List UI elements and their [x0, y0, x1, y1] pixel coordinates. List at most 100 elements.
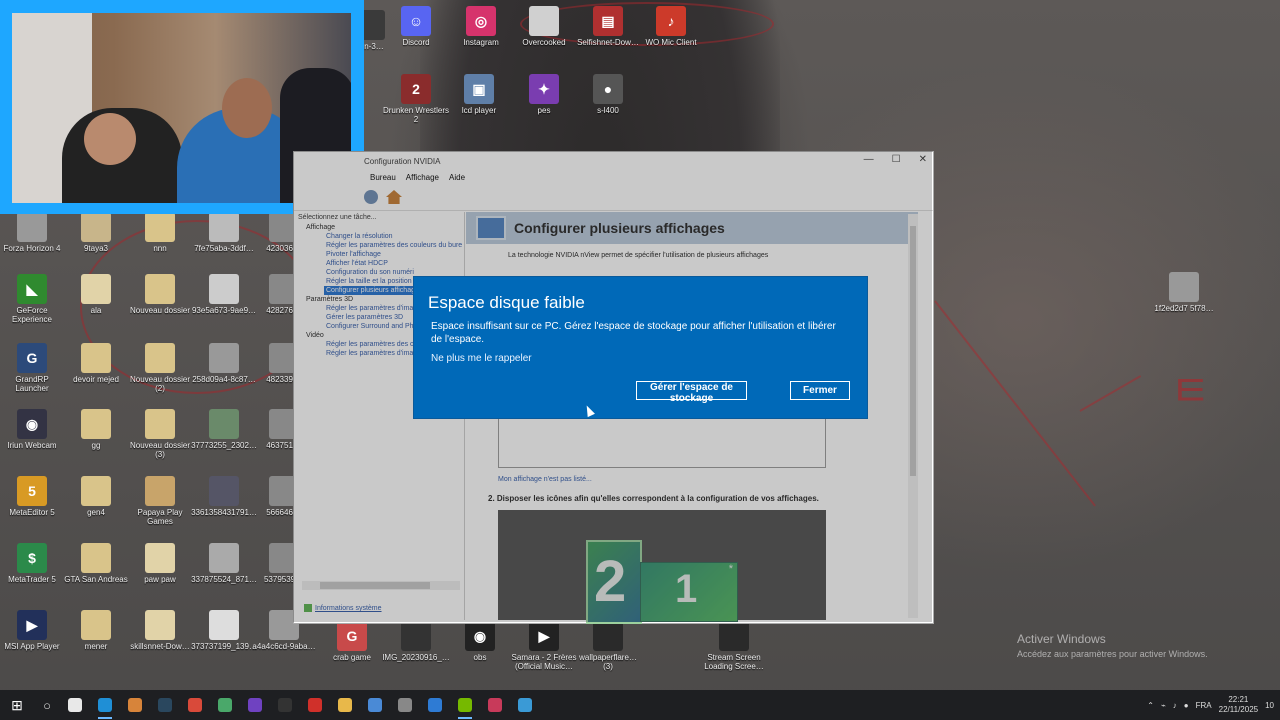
desktop-icon[interactable]: 337875524_871… [190, 543, 258, 584]
notification-count[interactable]: 10 [1265, 701, 1274, 710]
start-button[interactable]: ⊞ [0, 690, 34, 720]
taskbar-app-file-explorer[interactable] [60, 690, 90, 720]
desktop-icon[interactable]: gg [62, 409, 130, 450]
taskbar-app-paint[interactable] [420, 690, 450, 720]
desktop-app-icon [145, 543, 175, 573]
taskbar-app-epic[interactable] [270, 690, 300, 720]
desktop-icon[interactable]: nnn [126, 212, 194, 253]
close-dialog-button[interactable]: Fermer [790, 381, 850, 400]
desktop-app-icon: ♪ [656, 6, 686, 36]
desktop-icon[interactable]: ▤ Selfishnet-Dow… [574, 6, 642, 47]
desktop-icon-label: gen4 [87, 508, 105, 517]
desktop-app-icon [209, 409, 239, 439]
desktop-icon-label: a4a4c6cd-9aba… [252, 642, 316, 651]
taskbar-app-store[interactable] [210, 690, 240, 720]
desktop-icon[interactable]: 373737199_139… [190, 610, 258, 651]
desktop-icon-label: GeForce Experience [11, 306, 53, 324]
desktop-icon[interactable]: 37773255_2302… [190, 409, 258, 450]
desktop-icon[interactable]: mener [62, 610, 130, 651]
mic-icon[interactable]: ● [1184, 701, 1189, 710]
desktop-icon[interactable]: paw paw [126, 543, 194, 584]
system-tray: ⌃ ⌁ ♪ ● FRA 22:21 22/11/2025 10 [1147, 690, 1280, 720]
taskbar-app-app-red[interactable] [480, 690, 510, 720]
desktop-icon[interactable]: ▶ MSI App Player [0, 610, 66, 651]
edge-icon [98, 698, 112, 712]
desktop-icon[interactable]: 5 MetaEditor 5 [0, 476, 66, 517]
desktop-icon[interactable]: ◉ obs [446, 621, 514, 662]
desktop-app-icon: G [337, 621, 367, 651]
desktop-icon[interactable]: ◉ Iriun Webcam [0, 409, 66, 450]
desktop-icon[interactable]: 3361358431791… [190, 476, 258, 517]
taskbar-app-chrome[interactable] [180, 690, 210, 720]
taskbar-app-opera[interactable] [300, 690, 330, 720]
taskbar-app-settings[interactable] [390, 690, 420, 720]
taskbar-app-edge[interactable] [90, 690, 120, 720]
taskbar-app-app-a[interactable] [120, 690, 150, 720]
clock[interactable]: 22:21 22/11/2025 [1219, 695, 1258, 715]
search-button[interactable]: ○ [34, 698, 60, 713]
desktop-app-icon: ▤ [593, 6, 623, 36]
app-a-icon [128, 698, 142, 712]
desktop-icon[interactable]: 2 Drunken Wrestlers 2 [382, 74, 450, 124]
dont-remind-link[interactable]: Ne plus me le rappeler [431, 353, 532, 364]
desktop-icon[interactable]: Forza Horizon 4 [0, 212, 66, 253]
desktop-icon[interactable]: ◎ Instagram [447, 6, 515, 47]
volume-icon[interactable]: ♪ [1173, 701, 1177, 710]
taskbar-app-folder[interactable] [330, 690, 360, 720]
desktop-icon-label: devoir mejed [73, 375, 119, 384]
desktop-icon[interactable]: Nouveau dossier (2) [126, 343, 194, 393]
desktop-app-icon: ◣ [17, 274, 47, 304]
desktop-icon[interactable]: devoir mejed [62, 343, 130, 384]
desktop-icon[interactable]: ▶ Samara - 2 Frères (Official Music… [510, 621, 578, 671]
desktop-icon-label: MSI App Player [4, 642, 60, 651]
desktop-icon-label: MetaEditor 5 [9, 508, 55, 517]
desktop-icon[interactable]: 9taya3 [62, 212, 130, 253]
desktop-icon-label: Forza Horizon 4 [3, 244, 61, 253]
desktop-app-icon [401, 621, 431, 651]
desktop-icon[interactable]: 1f2ed2d7 5f78… [1150, 272, 1218, 313]
network-icon[interactable]: ⌁ [1161, 701, 1166, 710]
language-indicator[interactable]: FRA [1196, 701, 1212, 710]
desktop-icon-label: Papaya Play Games [137, 508, 183, 526]
desktop-icon[interactable]: Gcrab game [318, 621, 386, 662]
desktop-icon[interactable]: ♪ WO Mic Client [637, 6, 705, 47]
desktop-icon[interactable]: $ MetaTrader 5 [0, 543, 66, 584]
folder-icon [338, 698, 352, 712]
desktop-icon[interactable]: ● s-l400 [574, 74, 642, 115]
desktop-icon-label: crab game [333, 653, 371, 662]
desktop-icon[interactable]: Stream Screen Loading Scree… [700, 621, 768, 671]
taskbar-app-steam[interactable] [150, 690, 180, 720]
desktop-icon[interactable]: gen4 [62, 476, 130, 517]
clock-time: 22:21 [1228, 695, 1249, 704]
desktop-icon[interactable]: ▣ lcd player [445, 74, 513, 115]
desktop-app-icon [209, 476, 239, 506]
desktop-icon[interactable]: ☺ Discord [382, 6, 450, 47]
desktop-icon[interactable]: wallpaperflare… (3) [574, 621, 642, 671]
desktop-icon[interactable]: ◣ GeForce Experience [0, 274, 66, 324]
taskbar-app-nvidia[interactable] [450, 690, 480, 720]
desktop-icon[interactable]: Nouveau dossier [126, 274, 194, 315]
desktop-icon[interactable]: ✦ pes [510, 74, 578, 115]
desktop-icon[interactable]: Nouveau dossier (3) [126, 409, 194, 459]
desktop-icon[interactable]: ala [62, 274, 130, 315]
wallpaper-red-glyph: ㅌ [1170, 366, 1211, 417]
desktop-icon[interactable]: 7fe75aba-3ddf… [190, 212, 258, 253]
chevron-up-icon[interactable]: ⌃ [1147, 701, 1154, 710]
taskbar-app-remote[interactable] [510, 690, 540, 720]
desktop-icon-label: GrandRP Launcher [15, 375, 49, 393]
desktop-icon[interactable]: 93e5a673-9ae9… [190, 274, 258, 315]
desktop-icon[interactable]: skillsnnet-Dow… [126, 610, 194, 651]
desktop-icon[interactable]: Overcooked [510, 6, 578, 47]
taskbar-apps [60, 690, 540, 720]
taskbar-app-explorer[interactable] [360, 690, 390, 720]
desktop-icon-label: paw paw [144, 575, 176, 584]
desktop-app-icon [209, 274, 239, 304]
desktop-icon[interactable]: IMG_20230916_… [382, 621, 450, 662]
desktop-icon[interactable]: Papaya Play Games [126, 476, 194, 526]
desktop-icon[interactable]: 258d09a4-8c87… [190, 343, 258, 384]
taskbar-app-obs[interactable] [240, 690, 270, 720]
desktop-icon[interactable]: G GrandRP Launcher [0, 343, 66, 393]
desktop-icon[interactable]: GTA San Andreas [62, 543, 130, 584]
manage-storage-button[interactable]: Gérer l'espace de stockage [636, 381, 747, 404]
desktop-icon-label: wallpaperflare… (3) [579, 653, 637, 671]
